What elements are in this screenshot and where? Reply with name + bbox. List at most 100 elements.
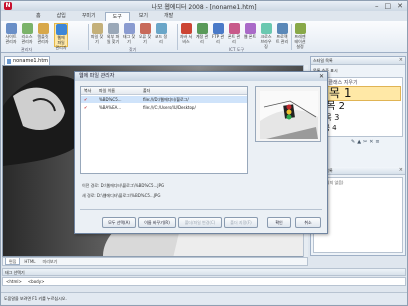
tag-body[interactable]: <body> xyxy=(28,278,45,285)
rename-button[interactable]: 이름 바꾸기(R) xyxy=(138,217,176,228)
ribbon-button-8[interactable]: 코드 정리 xyxy=(154,23,168,47)
ribbon-button-label: 태그 찾기 xyxy=(122,34,136,44)
cancel-button[interactable]: 취소 xyxy=(295,217,321,228)
ribbon-button-label: 코드 정리 xyxy=(154,34,168,44)
copy-checkbox[interactable]: ✔ xyxy=(84,104,96,111)
tab-format[interactable]: 꾸미기 xyxy=(75,12,103,21)
window-title: 나모 웹에디터 2008 - [noname1.htm] xyxy=(151,4,257,11)
file-list[interactable]: 복사 파일 이름 폴더 ✔ %BD%C5... file:///D:/웹에디터/… xyxy=(80,86,248,174)
ribbon-button-icon xyxy=(139,23,151,34)
ribbon-button-11[interactable]: FTP 관리 xyxy=(211,23,225,47)
group-label-ict: ICT 도구 xyxy=(229,47,245,52)
web-file-manager-dialog: 웹에 파일 관리자 ✕ 복사 파일 이름 폴더 ✔ %BD%C5... file… xyxy=(74,71,328,234)
tab-developer[interactable]: 개발 xyxy=(157,12,180,21)
ribbon-button-icon xyxy=(91,23,103,34)
group-separator xyxy=(88,24,89,50)
ribbon-button-10[interactable]: 계정 관리 xyxy=(195,23,209,47)
ribbon-button-label: 외부 파일 찾기 xyxy=(106,34,120,44)
ribbon-button-16[interactable]: 프레젠테이션 설정 xyxy=(293,23,307,49)
tab-edit[interactable]: 편집 xyxy=(5,258,21,265)
column-folder[interactable]: 폴더 xyxy=(143,87,243,94)
ribbon-button-label: 프레젠테이션 설정 xyxy=(294,34,306,49)
column-filename[interactable]: 파일 이름 xyxy=(99,87,139,94)
ribbon-button-0[interactable]: 사이트 관리자 xyxy=(4,23,18,47)
tab-html[interactable]: HTML xyxy=(21,258,38,265)
ribbon-toolbar: 관리자 찾기 ICT 도구 사이트 관리자 리소스 관리자 템플릿 관리자 웹에 파일… xyxy=(1,21,407,53)
ribbon-button-icon xyxy=(107,23,119,34)
dialog-divider xyxy=(80,209,322,210)
status-text: 도움말을 보려면 F1 키를 누르십시오. xyxy=(4,296,67,301)
tab-home[interactable]: 홈 xyxy=(29,12,48,21)
ribbon-button-icon xyxy=(37,23,49,34)
ribbon-button-5[interactable]: 외부 파일 찾기 xyxy=(106,23,120,47)
ribbon-button-1[interactable]: 리소스 관리자 xyxy=(20,23,34,47)
ribbon-button-label: 폰트 관리 xyxy=(227,34,241,44)
ribbon-button-12[interactable]: 폰트 관리 xyxy=(227,23,241,47)
ribbon-button-6[interactable]: 태그 찾기 xyxy=(122,23,136,47)
ribbon-button-label: FTP 관리 xyxy=(211,34,225,44)
ribbon-button-label: 파일 찾기 xyxy=(90,34,104,44)
target-path-label: 새 경로: D:\웹에디터\블로그\%BD%C5...JPG xyxy=(82,193,161,198)
select-all-button[interactable]: 모두 선택(A) xyxy=(102,217,136,228)
tab-view[interactable]: 보기 xyxy=(132,12,155,21)
ribbon-button-label: 크로스 브라우징 xyxy=(260,34,272,49)
tag-html[interactable]: <html> xyxy=(6,278,22,285)
tab-insert[interactable]: 삽입 xyxy=(50,12,73,21)
table-row[interactable]: ✔ %BD%C5... file:///D:/웹에디터/블로그/ xyxy=(81,96,247,103)
ribbon-button-3[interactable]: 웹에 파일 관리자 xyxy=(54,23,68,50)
source-path-label: 이전 경로: D:\웹에디터\블로그\%BD%C5...JPG xyxy=(82,183,165,188)
style-panel-title: 스타일 목록 xyxy=(313,58,333,63)
ribbon-button-label: 오류 찾기 xyxy=(138,34,152,44)
file-name-cell: %BD%C5... xyxy=(99,97,122,102)
tag-selector-title: 태그 선택기 xyxy=(5,270,25,275)
close-icon[interactable]: × xyxy=(399,167,403,174)
set-folder-button[interactable]: 폴더 지정(F) xyxy=(224,217,258,228)
tab-preview[interactable]: 미리보기 xyxy=(40,258,61,265)
ribbon-button-13[interactable]: 웹 폰트 xyxy=(243,23,257,47)
maximize-icon[interactable]: □ xyxy=(385,2,392,10)
copy-checkbox[interactable]: ✔ xyxy=(84,96,96,103)
ok-button[interactable]: 확인 xyxy=(267,217,291,228)
ribbon-button-label: 템플릿 관리자 xyxy=(37,34,49,44)
ribbon-button-7[interactable]: 오류 찾기 xyxy=(138,23,152,47)
minimize-icon[interactable]: – xyxy=(375,2,379,10)
style-toolbar-icons[interactable]: ✎▲✂✕≡ xyxy=(351,139,403,145)
ribbon-button-14[interactable]: 크로스 브라우징 xyxy=(259,23,273,49)
table-row[interactable]: ✔ %BA%EA... file:///C:/Users/IU/Desktop/ xyxy=(81,104,247,111)
style-panel-header: 스타일 목록 × xyxy=(311,57,405,65)
tab-tools[interactable]: 도구 xyxy=(104,12,130,21)
dialog-title: 웹에 파일 관리자 xyxy=(79,73,115,79)
ribbon-tabs: 홈 삽입 꾸미기 도구 보기 개발 xyxy=(1,12,407,21)
ribbon-button-icon xyxy=(123,23,135,34)
group-separator xyxy=(291,24,292,50)
ribbon-button-9[interactable]: 자바 서비스 xyxy=(179,23,193,47)
close-icon[interactable]: ✕ xyxy=(319,72,324,81)
preview-photo xyxy=(256,87,320,141)
close-icon[interactable]: × xyxy=(399,57,403,64)
ribbon-button-label: 자바 서비스 xyxy=(179,34,193,44)
tag-selector-header: 태그 선택기 xyxy=(2,268,406,276)
ribbon-button-icon xyxy=(180,23,192,34)
ribbon-button-icon xyxy=(294,23,306,34)
image-preview xyxy=(255,86,321,142)
change-folder-button[interactable]: 폴더/파일 변경(C) xyxy=(178,217,222,228)
ribbon-button-label: 프로젝트 관리 xyxy=(275,34,289,44)
ribbon-button-15[interactable]: 프로젝트 관리 xyxy=(275,23,289,47)
title-bar: N 나모 웹에디터 2008 - [noname1.htm] – □ ✕ xyxy=(1,1,407,11)
ribbon-button-4[interactable]: 파일 찾기 xyxy=(90,23,104,47)
ribbon-button-2[interactable]: 템플릿 관리자 xyxy=(36,23,50,47)
ribbon-button-icon xyxy=(21,23,33,34)
group-label-find: 찾기 xyxy=(129,47,137,52)
folder-cell: file:///C:/Users/IU/Desktop/ xyxy=(143,105,196,110)
file-list-header: 복사 파일 이름 폴더 xyxy=(81,87,247,95)
ribbon-button-label: 리소스 관리자 xyxy=(21,34,33,44)
tag-selector-bar: <html> <body> xyxy=(2,277,406,286)
html-file-icon xyxy=(7,59,11,64)
document-tab[interactable]: noname1.htm xyxy=(4,56,50,65)
editor-mode-tabs: 편집 HTML 미리보기 xyxy=(2,257,308,266)
ribbon-button-label: 웹에 파일 관리자 xyxy=(55,35,67,50)
column-copy[interactable]: 복사 xyxy=(84,87,96,94)
ribbon-button-icon xyxy=(155,23,167,34)
style-heading-1[interactable]: 제목 1 xyxy=(317,86,401,101)
close-icon[interactable]: ✕ xyxy=(397,2,403,10)
